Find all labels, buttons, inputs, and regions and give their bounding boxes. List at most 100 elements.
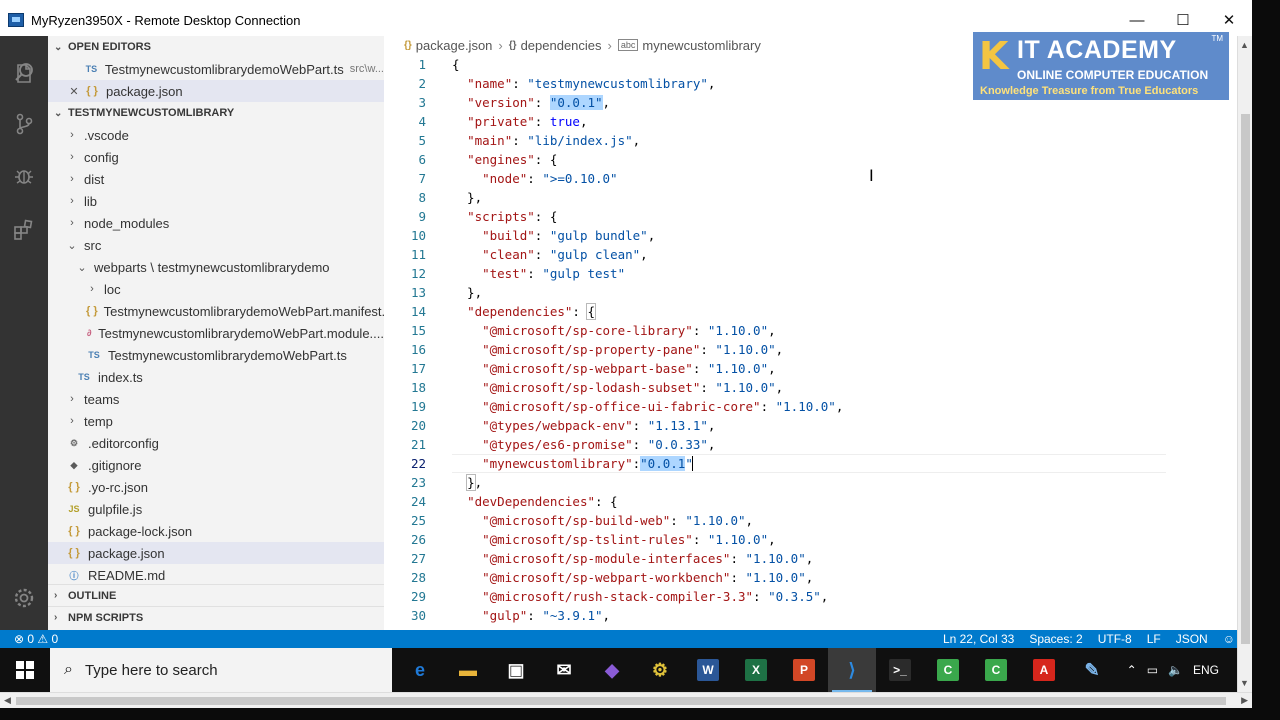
- code-line[interactable]: 13 },: [384, 283, 1237, 302]
- tree-folder[interactable]: ⌄ src: [48, 234, 384, 256]
- tree-folder[interactable]: › loc: [48, 278, 384, 300]
- tree-folder[interactable]: › .vscode: [48, 124, 384, 146]
- notes-icon[interactable]: ✎: [1068, 648, 1116, 692]
- code-line[interactable]: 30 "gulp": "~3.9.1",: [384, 606, 1237, 625]
- breadcrumb-file[interactable]: package.json: [416, 38, 493, 53]
- code-line[interactable]: 7 "node": ">=0.10.0": [384, 169, 1237, 188]
- open-editor-item[interactable]: ✕ { } package.json: [48, 80, 384, 102]
- scroll-up-icon[interactable]: ▲: [1240, 40, 1249, 50]
- scroll-down-icon[interactable]: ▼: [1240, 678, 1249, 688]
- project-header[interactable]: ⌄ TESTMYNEWCUSTOMLIBRARY: [48, 102, 384, 124]
- tree-folder[interactable]: › config: [48, 146, 384, 168]
- language-indicator[interactable]: ENG: [1193, 663, 1219, 677]
- code-line[interactable]: 17 "@microsoft/sp-webpart-base": "1.10.0…: [384, 359, 1237, 378]
- network-tool-icon[interactable]: ⚙: [636, 648, 684, 692]
- search-icon[interactable]: [10, 58, 38, 86]
- acrobat-icon[interactable]: A: [1020, 648, 1068, 692]
- tree-folder[interactable]: › node_modules: [48, 212, 384, 234]
- network-icon[interactable]: ▭: [1147, 663, 1158, 677]
- tree-file[interactable]: TS index.ts: [48, 366, 384, 388]
- tree-file[interactable]: ⓘ README.md: [48, 564, 384, 586]
- debug-icon[interactable]: [10, 162, 38, 190]
- code-line[interactable]: 5 "main": "lib/index.js",: [384, 131, 1237, 150]
- volume-icon[interactable]: 🔈: [1168, 663, 1183, 677]
- camtasia-icon[interactable]: C: [924, 648, 972, 692]
- tree-file[interactable]: TS TestmynewcustomlibrarydemoWebPart.ts: [48, 344, 384, 366]
- code-line[interactable]: 19 "@microsoft/sp-office-ui-fabric-core"…: [384, 397, 1237, 416]
- breadcrumb-node[interactable]: dependencies: [521, 38, 602, 53]
- tree-file[interactable]: ∂ TestmynewcustomlibrarydemoWebPart.modul…: [48, 322, 384, 344]
- terminal-icon[interactable]: >_: [876, 648, 924, 692]
- scrollbar-thumb[interactable]: [1241, 114, 1250, 644]
- tree-file[interactable]: { } TestmynewcustomlibrarydemoWebPart.man…: [48, 300, 384, 322]
- code-line[interactable]: 22 "mynewcustomlibrary":"0.0.1": [384, 454, 1237, 473]
- scroll-right-icon[interactable]: ▶: [1241, 695, 1248, 706]
- outline-header[interactable]: › OUTLINE: [48, 584, 384, 606]
- tree-folder[interactable]: › dist: [48, 168, 384, 190]
- vertical-scrollbar[interactable]: ▲ ▼: [1237, 36, 1252, 692]
- code-line[interactable]: 21 "@types/es6-promise": "0.0.33",: [384, 435, 1237, 454]
- code-area[interactable]: 1 {2 "name": "testmynewcustomlibrary", 3 "…: [384, 55, 1237, 625]
- tree-folder[interactable]: ⌄ webparts \ testmynewcustomlibrarydemo: [48, 256, 384, 278]
- feedback-icon[interactable]: ☺: [1223, 632, 1235, 646]
- tree-file[interactable]: { } .yo-rc.json: [48, 476, 384, 498]
- language-mode[interactable]: JSON: [1176, 632, 1208, 646]
- tree-file[interactable]: ◆ .gitignore: [48, 454, 384, 476]
- mail-icon[interactable]: ✉: [540, 648, 588, 692]
- code-line[interactable]: 28 "@microsoft/sp-webpart-workbench": "1…: [384, 568, 1237, 587]
- encoding[interactable]: UTF-8: [1098, 632, 1132, 646]
- word-icon[interactable]: W: [684, 648, 732, 692]
- settings-gear-icon[interactable]: [10, 584, 38, 612]
- npm-scripts-header[interactable]: › NPM SCRIPTS: [48, 606, 384, 628]
- tree-folder[interactable]: › lib: [48, 190, 384, 212]
- code-line[interactable]: 8 },: [384, 188, 1237, 207]
- vscode-icon[interactable]: ⟩: [828, 648, 876, 692]
- horizontal-scrollbar[interactable]: ◀ ▶: [0, 692, 1252, 708]
- code-line[interactable]: 11 "clean": "gulp clean",: [384, 245, 1237, 264]
- open-editor-item[interactable]: TS TestmynewcustomlibrarydemoWebPart.ts …: [48, 58, 384, 80]
- close-icon[interactable]: ✕: [68, 85, 80, 98]
- source-control-icon[interactable]: [10, 110, 38, 138]
- code-line[interactable]: 4 "private": true,: [384, 112, 1237, 131]
- code-line[interactable]: 24 "devDependencies": {: [384, 492, 1237, 511]
- tree-file[interactable]: JS gulpfile.js: [48, 498, 384, 520]
- problems-indicator[interactable]: ⊗ 0 ⚠ 0: [0, 632, 58, 646]
- end-of-line[interactable]: LF: [1147, 632, 1161, 646]
- indentation[interactable]: Spaces: 2: [1029, 632, 1082, 646]
- breadcrumb-leaf[interactable]: mynewcustomlibrary: [642, 38, 760, 53]
- start-button[interactable]: [0, 648, 50, 692]
- scroll-left-icon[interactable]: ◀: [4, 695, 11, 706]
- scrollbar-thumb[interactable]: [16, 697, 1226, 705]
- extensions-icon[interactable]: [10, 216, 38, 244]
- tree-folder[interactable]: › teams: [48, 388, 384, 410]
- chevron-up-icon[interactable]: ⌃: [1127, 663, 1137, 677]
- cursor-position[interactable]: Ln 22, Col 33: [943, 632, 1014, 646]
- code-line[interactable]: 10 "build": "gulp bundle",: [384, 226, 1237, 245]
- code-line[interactable]: 15 "@microsoft/sp-core-library": "1.10.0…: [384, 321, 1237, 340]
- visual-studio-icon[interactable]: ◆: [588, 648, 636, 692]
- store-icon[interactable]: ▣: [492, 648, 540, 692]
- tree-file[interactable]: ⚙ .editorconfig: [48, 432, 384, 454]
- code-line[interactable]: 23 },: [384, 473, 1237, 492]
- code-line[interactable]: 12 "test": "gulp test": [384, 264, 1237, 283]
- tree-file[interactable]: { } package-lock.json: [48, 520, 384, 542]
- open-editors-header[interactable]: ⌄ OPEN EDITORS: [48, 36, 384, 58]
- code-line[interactable]: 20 "@types/webpack-env": "1.13.1",: [384, 416, 1237, 435]
- taskbar-search[interactable]: ⌕ Type here to search: [50, 648, 392, 692]
- code-line[interactable]: 27 "@microsoft/sp-module-interfaces": "1…: [384, 549, 1237, 568]
- file-explorer-icon[interactable]: ▬: [444, 648, 492, 692]
- code-line[interactable]: 26 "@microsoft/sp-tslint-rules": "1.10.0…: [384, 530, 1237, 549]
- code-line[interactable]: 29 "@microsoft/rush-stack-compiler-3.3":…: [384, 587, 1237, 606]
- edge-icon[interactable]: e: [396, 648, 444, 692]
- tree-folder[interactable]: › temp: [48, 410, 384, 432]
- powerpoint-icon[interactable]: P: [780, 648, 828, 692]
- code-line[interactable]: 16 "@microsoft/sp-property-pane": "1.10.…: [384, 340, 1237, 359]
- code-line[interactable]: 9 "scripts": {: [384, 207, 1237, 226]
- excel-icon[interactable]: X: [732, 648, 780, 692]
- editor-pane[interactable]: {} package.json › {} dependencies › abc …: [384, 36, 1237, 630]
- code-line[interactable]: 14 "dependencies": {: [384, 302, 1237, 321]
- tree-file[interactable]: { } package.json: [48, 542, 384, 564]
- camtasia-recorder-icon[interactable]: C: [972, 648, 1020, 692]
- code-line[interactable]: 18 "@microsoft/sp-lodash-subset": "1.10.…: [384, 378, 1237, 397]
- code-line[interactable]: 6 "engines": {: [384, 150, 1237, 169]
